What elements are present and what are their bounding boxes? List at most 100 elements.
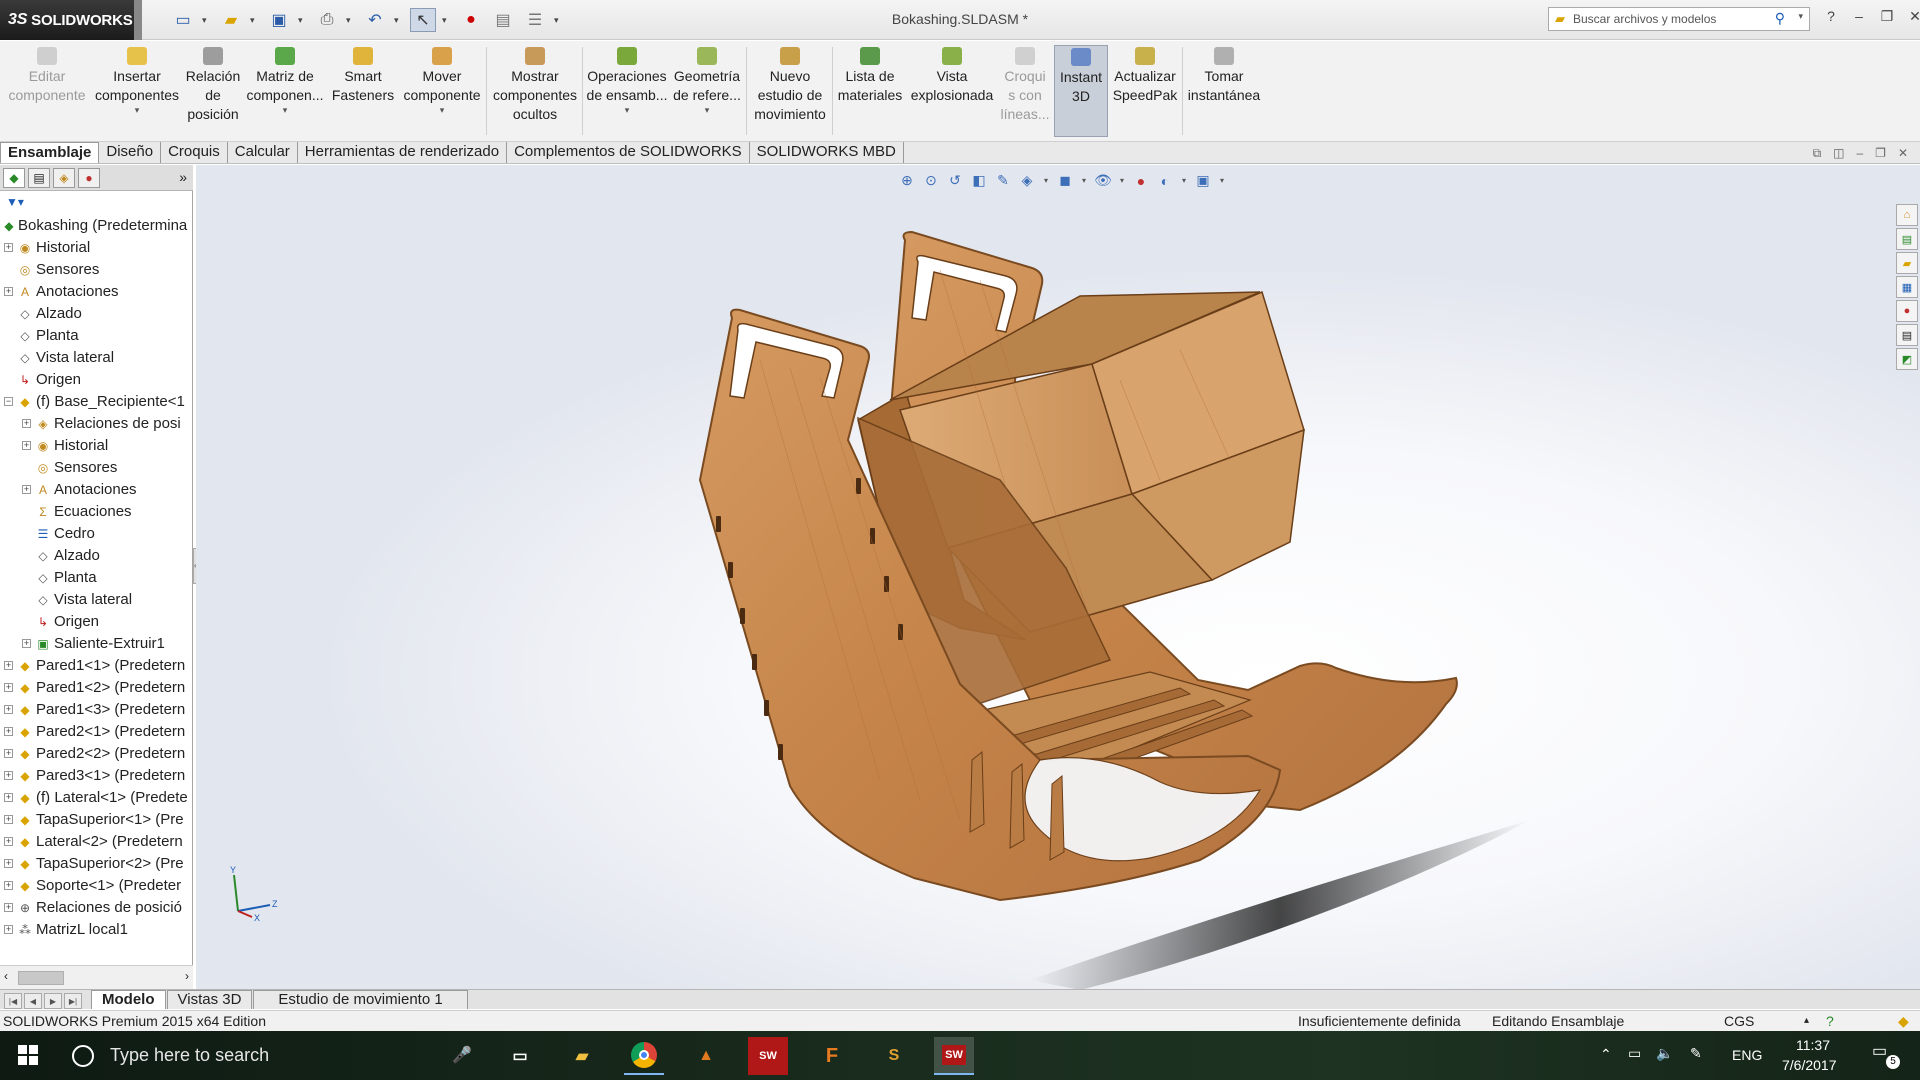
view-palette-icon[interactable]: ▦: [1896, 276, 1918, 298]
restore-doc-icon[interactable]: ❐: [1875, 146, 1886, 161]
new-motion-study-button[interactable]: Nuevo estudio de movimiento: [750, 45, 830, 137]
print-icon[interactable]: ⎙: [314, 8, 340, 32]
restore-icon[interactable]: ❐: [1878, 8, 1896, 25]
save-icon[interactable]: ▣: [266, 8, 292, 32]
property-manager-tab-icon[interactable]: ▤: [28, 167, 50, 188]
tab-sketch[interactable]: Croquis: [161, 142, 228, 163]
take-snapshot-button[interactable]: Tomar instantánea: [1186, 45, 1262, 137]
tab-motion-study[interactable]: Estudio de movimiento 1: [253, 990, 468, 1009]
feature-manager-tab-icon[interactable]: ◆: [3, 167, 25, 188]
custom-properties-icon[interactable]: ▤: [1896, 324, 1918, 346]
solidworks-2015-icon[interactable]: SW: [748, 1037, 788, 1075]
tree-node[interactable]: − ◆ (f) Base_Recipiente<1: [0, 391, 193, 413]
tree-node[interactable]: + ◆ Pared3<1> (Predetern: [0, 765, 193, 787]
action-center-icon[interactable]: ▭: [1872, 1041, 1887, 1061]
hide-show-items-icon[interactable]: 👁: [1094, 172, 1112, 189]
volume-icon[interactable]: 🔈: [1656, 1045, 1673, 1062]
tree-node[interactable]: + ◆ Pared1<3> (Predetern: [0, 699, 193, 721]
last-tab-icon[interactable]: ▶|: [64, 993, 82, 1009]
tree-node[interactable]: ◆ Bokashing (Predetermina: [0, 215, 193, 237]
quick-tips-icon[interactable]: ?: [1826, 1011, 1834, 1031]
expand-icon[interactable]: +: [22, 419, 31, 428]
expand-icon[interactable]: +: [4, 683, 13, 692]
close-doc-icon[interactable]: ✕: [1898, 146, 1908, 161]
filter-icon[interactable]: ▼▾: [6, 195, 24, 209]
solidworks-logo[interactable]: 3S SOLIDWORKS: [0, 0, 138, 40]
expand-icon[interactable]: +: [4, 287, 13, 296]
close-icon[interactable]: ✕: [1906, 8, 1920, 25]
smart-fasteners-button[interactable]: Smart Fasteners: [328, 45, 398, 137]
expand-icon[interactable]: +: [4, 661, 13, 670]
chevron-down-icon[interactable]: ▾: [94, 105, 180, 115]
unit-system[interactable]: CGS: [1724, 1011, 1754, 1031]
tab-model[interactable]: Modelo: [91, 990, 166, 1009]
solidworks-resources-icon[interactable]: ⌂: [1896, 204, 1918, 226]
new-dropdown-icon[interactable]: ▾: [202, 8, 212, 32]
expand-icon[interactable]: +: [4, 815, 13, 824]
expand-icon[interactable]: +: [22, 639, 31, 648]
chevron-down-icon[interactable]: ▾: [246, 105, 324, 115]
insert-components-button[interactable]: Insertar componentes ▾: [94, 45, 180, 137]
tree-node[interactable]: + ◆ Pared1<1> (Predetern: [0, 655, 193, 677]
expand-icon[interactable]: +: [4, 837, 13, 846]
tray-chevron-icon[interactable]: ⌃: [1600, 1046, 1612, 1063]
tile-icon[interactable]: ⧉: [1813, 146, 1822, 161]
view-settings-icon[interactable]: ▣: [1194, 172, 1212, 189]
graphics-area[interactable]: Y Z X: [196, 165, 1920, 989]
language-indicator[interactable]: ENG: [1732, 1047, 1762, 1063]
print-dropdown-icon[interactable]: ▾: [346, 8, 356, 32]
menu-expand-arrow[interactable]: [134, 0, 142, 40]
tree-node[interactable]: + ◆ Lateral<2> (Predetern: [0, 831, 193, 853]
tree-node[interactable]: + ◆ (f) Lateral<1> (Predete: [0, 787, 193, 809]
tree-node[interactable]: Σ Ecuaciones: [0, 501, 193, 523]
move-component-button[interactable]: Mover componente ▾: [400, 45, 484, 137]
tree-node[interactable]: + ⁂ MatrizL local1: [0, 919, 193, 941]
tree-node[interactable]: + ▣ Saliente-Extruir1: [0, 633, 193, 655]
search-icon[interactable]: ⚲: [1775, 10, 1785, 27]
tab-assembly[interactable]: Ensamblaje: [0, 142, 100, 163]
notification-tag-icon[interactable]: ◆: [1898, 1011, 1909, 1031]
assembly-features-button[interactable]: Operaciones de ensamb... ▾: [586, 45, 668, 137]
instant-3d-button[interactable]: Instant 3D: [1054, 45, 1108, 137]
options-icon[interactable]: ☰: [522, 8, 548, 32]
view-settings-dropdown-icon[interactable]: ▾: [1218, 176, 1226, 185]
tree-node[interactable]: + ◉ Historial: [0, 435, 193, 457]
configuration-manager-tab-icon[interactable]: ◈: [53, 167, 75, 188]
tab-layout[interactable]: Diseño: [99, 142, 162, 163]
view-orientation-icon[interactable]: ◈: [1018, 172, 1036, 189]
tree-node[interactable]: + ◆ Pared2<2> (Predetern: [0, 743, 193, 765]
minimize-doc-icon[interactable]: –: [1856, 146, 1863, 161]
chrome-icon[interactable]: [624, 1037, 664, 1075]
next-tab-icon[interactable]: ▶: [44, 993, 62, 1009]
expand-icon[interactable]: +: [4, 881, 13, 890]
tree-node[interactable]: ◇ Alzado: [0, 545, 193, 567]
microphone-icon[interactable]: 🎤: [452, 1045, 472, 1065]
expand-icon[interactable]: +: [4, 727, 13, 736]
expand-icon[interactable]: +: [4, 243, 13, 252]
zoom-to-fit-icon[interactable]: ⊕: [898, 172, 916, 189]
tree-node[interactable]: + ◆ Soporte<1> (Predeter: [0, 875, 193, 897]
expand-icon[interactable]: +: [4, 705, 13, 714]
component-pattern-button[interactable]: Matriz de componen... ▾: [246, 45, 324, 137]
view-orientation-dropdown-icon[interactable]: ▾: [1042, 176, 1050, 185]
select-dropdown-icon[interactable]: ▾: [442, 8, 452, 32]
section-view-icon[interactable]: ◧: [970, 172, 988, 189]
tree-node[interactable]: ◇ Planta: [0, 325, 193, 347]
tab-evaluate[interactable]: Calcular: [227, 142, 298, 163]
search-box[interactable]: ▰ Buscar archivos y modelos ⚲ ▾: [1548, 7, 1810, 31]
forum-icon[interactable]: ◩: [1896, 348, 1918, 370]
apply-scene-icon[interactable]: ◐: [1156, 173, 1174, 189]
tree-node[interactable]: + ◆ Pared2<1> (Predetern: [0, 721, 193, 743]
display-style-dropdown-icon[interactable]: ▾: [1080, 176, 1088, 185]
scene-dropdown-icon[interactable]: ▾: [1180, 176, 1188, 185]
help-icon[interactable]: ?: [1822, 8, 1840, 25]
scroll-left-icon[interactable]: ‹: [4, 969, 8, 983]
solidworks-active-icon[interactable]: SW: [934, 1037, 974, 1075]
search-dropdown-icon[interactable]: ▾: [1798, 11, 1803, 22]
flash-app-icon[interactable]: F: [812, 1037, 852, 1075]
new-document-icon[interactable]: ▭: [170, 8, 196, 32]
horizontal-scrollbar[interactable]: ‹ ›: [0, 965, 193, 989]
clock-date[interactable]: 7/6/2017: [1782, 1057, 1837, 1073]
matlab-icon[interactable]: ▲: [686, 1037, 726, 1075]
battery-icon[interactable]: ▭: [1628, 1045, 1641, 1062]
